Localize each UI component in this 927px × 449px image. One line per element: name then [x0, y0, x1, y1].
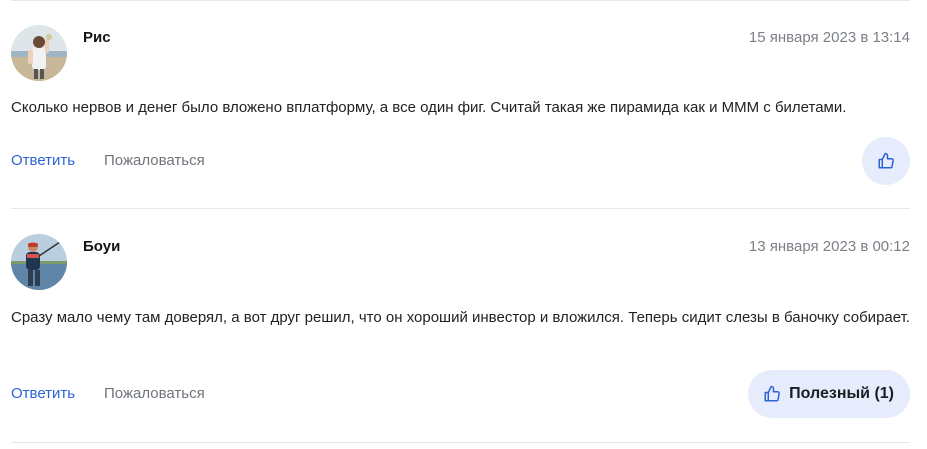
- reply-button[interactable]: Ответить: [11, 152, 75, 169]
- comments-page: Рис 15 января 2023 в 13:14 Сколько нерво…: [0, 0, 927, 449]
- report-button[interactable]: Пожаловаться: [104, 385, 205, 402]
- thumbs-up-icon: [763, 385, 781, 403]
- comment: Боуи 13 января 2023 в 00:12 Сразу мало ч…: [11, 209, 910, 441]
- comment-text: Сразу мало чему там доверял, а вот друг …: [11, 309, 910, 326]
- comment-text: Сколько нервов и денег было вложено впла…: [11, 99, 847, 116]
- divider: [11, 442, 910, 443]
- avatar[interactable]: [11, 234, 67, 290]
- author-name: Боуи: [83, 238, 121, 255]
- thumbs-up-icon: [877, 152, 895, 170]
- helpful-button[interactable]: Полезный (1): [748, 370, 910, 418]
- reply-button[interactable]: Ответить: [11, 385, 75, 402]
- helpful-label: Полезный (1): [789, 385, 894, 402]
- comment-date: 15 января 2023 в 13:14: [748, 29, 910, 46]
- comment-date: 13 января 2023 в 00:12: [748, 238, 910, 255]
- comment: Рис 15 января 2023 в 13:14 Сколько нерво…: [11, 0, 910, 208]
- avatar[interactable]: [11, 25, 67, 81]
- author-name: Рис: [83, 29, 111, 46]
- report-button[interactable]: Пожаловаться: [104, 152, 205, 169]
- like-button[interactable]: [862, 137, 910, 185]
